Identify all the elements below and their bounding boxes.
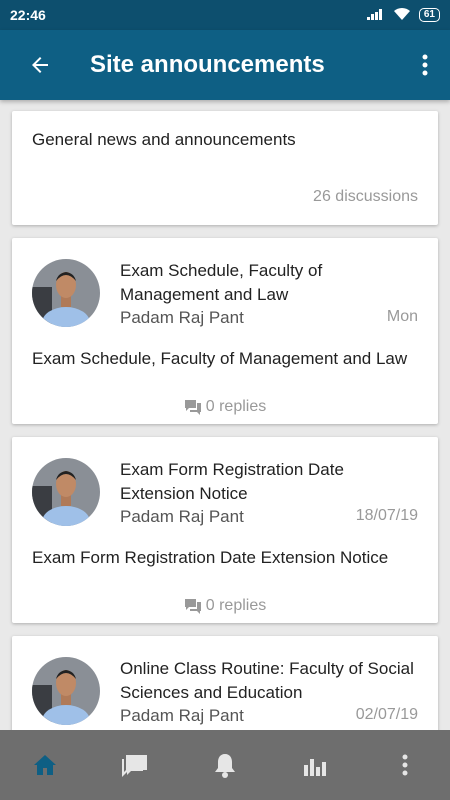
nav-more[interactable] [360,730,450,800]
discussion-author: Padam Raj Pant [120,507,244,526]
page-title: Site announcements [90,51,325,78]
discussion-subject: Online Class Routine: Faculty of Social … [120,659,414,702]
home-icon [34,755,56,775]
nav-messages[interactable] [90,730,180,800]
avatar [32,657,100,725]
discussion-list[interactable]: General news and announcements 26 discus… [0,100,450,730]
wifi-icon [393,7,411,24]
comments-icon [184,599,201,614]
nav-grades[interactable] [270,730,360,800]
discussion-card[interactable]: Exam Form Registration Date Extension No… [12,437,438,623]
more-vertical-icon [402,754,408,776]
discussion-date: 18/07/19 [355,507,418,524]
replies-count: 0 replies [205,398,267,415]
discussion-message: Exam Schedule, Faculty of Management and… [32,349,408,368]
replies-count: 0 replies [205,597,267,614]
status-icons: 61 [366,7,440,24]
grades-icon [304,759,326,776]
discussion-count: 26 discussions [313,188,418,205]
battery-indicator: 61 [418,8,440,22]
status-time: 22:46 [10,7,46,23]
nav-notifications[interactable] [180,730,270,800]
bottom-navigation [0,730,450,800]
discussion-date: 02/07/19 [355,706,418,723]
forum-info-card: General news and announcements 26 discus… [12,111,438,225]
messages-icon [122,755,147,777]
replies-info: 0 replies [12,597,438,615]
discussion-author: Padam Raj Pant [120,706,244,725]
avatar [32,458,100,526]
back-arrow-icon [32,57,48,73]
more-vertical-icon [422,54,428,76]
notifications-icon [215,754,235,778]
forum-name: General news and announcements [32,130,296,149]
back-button[interactable] [0,30,80,100]
signal-icon [366,7,385,23]
comments-icon [184,400,201,415]
discussion-date: Mon [386,308,418,325]
avatar [32,259,100,327]
status-bar: 22:46 61 [0,0,450,30]
discussion-subject: Exam Form Registration Date Extension No… [120,460,344,503]
discussion-card[interactable]: Online Class Routine: Faculty of Social … [12,636,438,730]
discussion-card[interactable]: Exam Schedule, Faculty of Management and… [12,238,438,424]
discussion-author: Padam Raj Pant [120,308,244,327]
overflow-menu-button[interactable] [400,30,450,100]
discussion-subject: Exam Schedule, Faculty of Management and… [120,261,323,304]
app-bar: Site announcements [0,30,450,100]
replies-info: 0 replies [12,398,438,416]
nav-home[interactable] [0,730,90,800]
discussion-message: Exam Form Registration Date Extension No… [32,548,389,567]
